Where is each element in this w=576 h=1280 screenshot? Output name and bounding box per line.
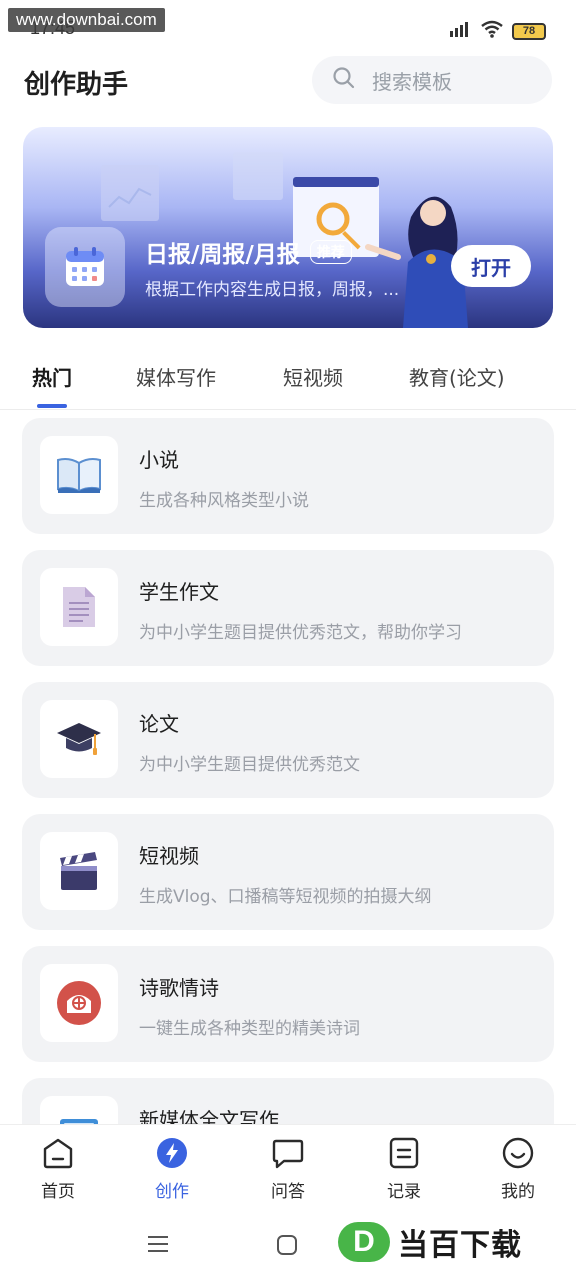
battery-icon: 78: [512, 22, 546, 40]
nav-create[interactable]: 创作: [132, 1137, 212, 1202]
tab-education[interactable]: 教育(论文): [409, 362, 505, 391]
nav-label: 问答: [271, 1182, 305, 1202]
graduation-cap-icon: [40, 700, 118, 778]
tab-media-writing[interactable]: 媒体写作: [136, 362, 216, 391]
home-button-icon[interactable]: [276, 1234, 298, 1260]
banner-title-row: 日报/周报/月报 推荐: [145, 235, 352, 269]
template-title: 小说: [139, 448, 179, 472]
watermark-text: 当百下载: [398, 1228, 522, 1263]
template-card-thesis[interactable]: 论文 为中小学生题目提供优秀范文: [22, 682, 554, 798]
template-card-student-essay[interactable]: 学生作文 为中小学生题目提供优秀范文，帮助你学习: [22, 550, 554, 666]
divider: [0, 409, 576, 410]
template-description: 生成Vlog、口播稿等短视频的拍摄大纲: [139, 887, 432, 907]
wifi-icon: [480, 20, 504, 42]
clapperboard-icon: [40, 832, 118, 910]
signal-icon: [448, 21, 472, 41]
search-input[interactable]: 搜索模板: [312, 56, 552, 104]
category-tabs: 热门 媒体写作 短视频 教育(论文): [0, 352, 576, 408]
page-title: 创作助手: [24, 70, 129, 100]
bottom-nav: 首页 创作 问答 记录 我的: [0, 1124, 576, 1204]
status-bar: 17:45 www.downbai.com 78: [0, 0, 576, 52]
record-icon: [387, 1137, 421, 1173]
book-icon: [40, 436, 118, 514]
lightning-icon: [155, 1137, 189, 1173]
template-card-new-media[interactable]: 新媒体全文写作: [22, 1078, 554, 1124]
template-card-short-video[interactable]: 短视频 生成Vlog、口播稿等短视频的拍摄大纲: [22, 814, 554, 930]
search-placeholder: 搜索模板: [372, 69, 452, 94]
nav-label: 我的: [501, 1182, 535, 1202]
template-title: 诗歌情诗: [139, 976, 219, 1000]
template-title: 学生作文: [139, 580, 219, 604]
system-nav-bar: D 当百下载: [0, 1204, 576, 1280]
banner-description: 根据工作内容生成日报，周报，...: [145, 280, 400, 300]
template-list: 小说 生成各种风格类型小说 学生作文 为中小学生题目提供优秀范文，帮助你学习 论…: [0, 418, 576, 1124]
nav-records[interactable]: 记录: [364, 1137, 444, 1202]
template-title: 论文: [139, 712, 179, 736]
template-title: 新媒体全文写作: [139, 1108, 279, 1124]
watermark-top: www.downbai.com: [8, 8, 165, 32]
recommended-badge: 推荐: [309, 240, 352, 264]
tab-hot[interactable]: 热门: [32, 362, 72, 391]
featured-banner[interactable]: 日报/周报/月报 推荐 根据工作内容生成日报，周报，... 打开: [23, 127, 553, 328]
active-tab-indicator: [37, 404, 67, 408]
template-description: 为中小学生题目提供优秀范文: [139, 755, 360, 775]
document-icon: [40, 568, 118, 646]
template-description: 一键生成各种类型的精美诗词: [139, 1019, 360, 1039]
banner-title: 日报/周报/月报: [145, 242, 300, 268]
tab-short-video[interactable]: 短视频: [283, 362, 343, 391]
nav-label: 首页: [41, 1182, 75, 1202]
status-icons: 78: [448, 20, 546, 42]
nav-label: 创作: [155, 1182, 189, 1202]
poetry-icon: [40, 964, 118, 1042]
chat-bubble-icon: [271, 1137, 305, 1173]
template-card-poetry[interactable]: 诗歌情诗 一键生成各种类型的精美诗词: [22, 946, 554, 1062]
watermark-bottom: D 当百下载: [338, 1220, 522, 1264]
nav-label: 记录: [387, 1182, 421, 1202]
home-icon: [41, 1137, 75, 1173]
template-card-novel[interactable]: 小说 生成各种风格类型小说: [22, 418, 554, 534]
search-icon: [332, 66, 356, 95]
nav-profile[interactable]: 我的: [478, 1137, 558, 1202]
template-description: 生成各种风格类型小说: [139, 491, 309, 511]
calendar-icon: [45, 227, 125, 307]
nav-qa[interactable]: 问答: [248, 1137, 328, 1202]
monitor-icon: [40, 1096, 118, 1124]
open-button[interactable]: 打开: [451, 245, 531, 287]
menu-icon[interactable]: [146, 1234, 170, 1258]
template-description: 为中小学生题目提供优秀范文，帮助你学习: [139, 623, 462, 643]
smiley-icon: [501, 1137, 535, 1173]
template-title: 短视频: [139, 844, 199, 868]
nav-home[interactable]: 首页: [18, 1137, 98, 1202]
watermark-logo: D: [338, 1222, 390, 1262]
